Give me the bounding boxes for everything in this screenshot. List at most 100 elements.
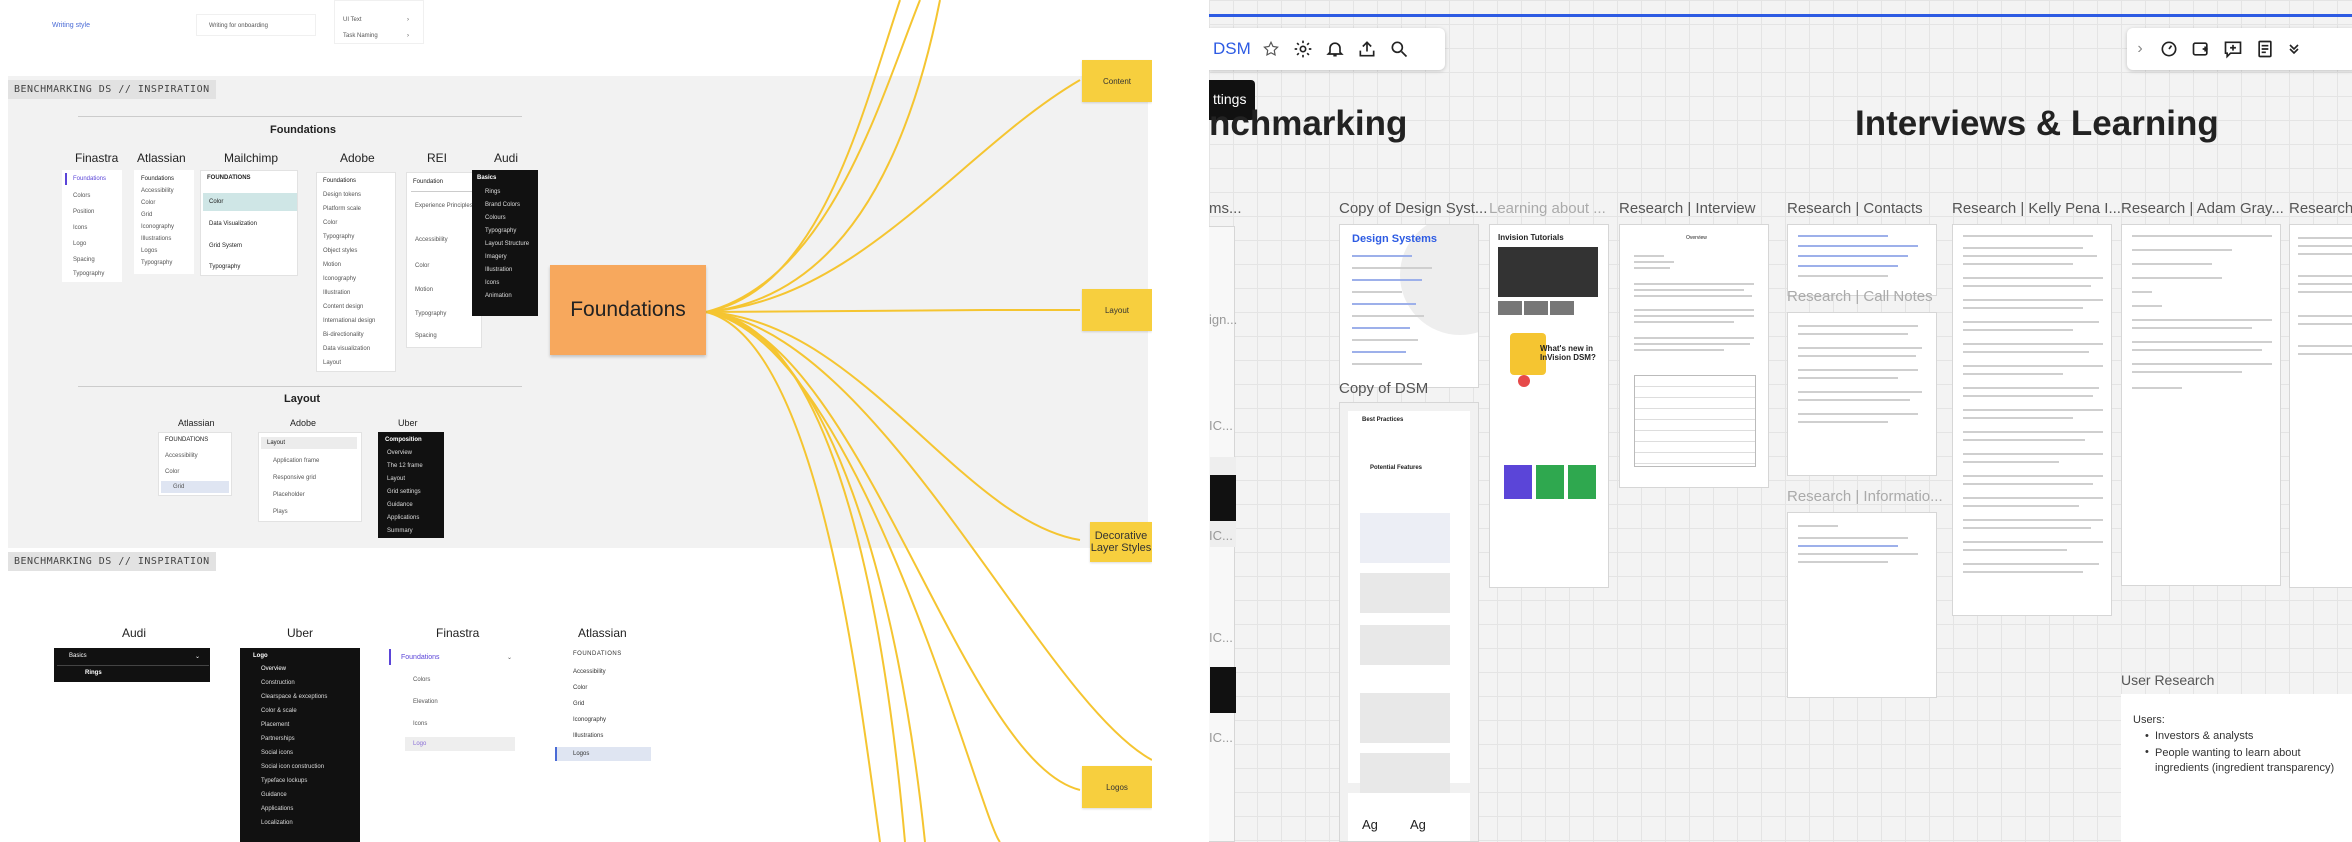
frame-doc-call-notes[interactable] — [1787, 312, 1937, 476]
decorative-layer-styles-sticky[interactable]: Decorative Layer Styles — [1090, 522, 1152, 562]
frame-doc-user-research[interactable]: Users: • Investors & analysts • People w… — [2121, 694, 2352, 842]
doc-card — [1536, 465, 1564, 499]
frame-doc-design-systems[interactable]: Design Systems — [1339, 224, 1479, 388]
star-icon[interactable] — [1255, 33, 1287, 65]
frame-title[interactable]: Research | Interview — [1619, 200, 1755, 217]
doc-line — [1352, 327, 1410, 329]
doc-line — [1798, 553, 1918, 555]
frame-title-user-research[interactable]: User Research — [2121, 672, 2214, 688]
doc-line — [1963, 497, 2103, 499]
doc-line — [2298, 291, 2352, 293]
doc-line — [1963, 351, 2089, 353]
board-title[interactable]: DSM — [1213, 39, 1251, 59]
doc-line — [1963, 395, 2093, 397]
doc-line — [1352, 363, 1422, 365]
user-research-heading: Users: — [2133, 714, 2165, 726]
doc-line — [1352, 255, 1412, 257]
doc-line — [1963, 373, 2063, 375]
frame-doc-research[interactable] — [2289, 224, 2352, 588]
doc-line — [1352, 267, 1432, 269]
frame-title[interactable]: Research | Contacts — [1787, 200, 1923, 217]
chevrons-down-icon[interactable] — [2281, 33, 2307, 65]
frame-title[interactable]: Research | Call Notes — [1787, 288, 1933, 305]
doc-line — [1634, 283, 1754, 285]
doc-line — [2132, 349, 2262, 351]
doc-line — [1963, 453, 2103, 455]
doc-line — [2298, 237, 2352, 239]
doc-line — [1798, 421, 1888, 423]
doc-line — [2132, 319, 2272, 321]
frame-title[interactable]: Copy of DSM — [1339, 380, 1428, 397]
doc-line — [2132, 371, 2242, 373]
foundations-sticky[interactable]: Foundations — [550, 265, 706, 355]
frame-title[interactable]: Research — [2289, 200, 2352, 217]
frame-title: IC... — [1209, 730, 1233, 745]
doc-line — [1963, 307, 2083, 309]
doc-line — [1634, 349, 1724, 351]
doc-line — [1352, 351, 1406, 353]
frame-doc-dsm[interactable]: Best Practices Potential Features Ag Ag — [1339, 402, 1479, 842]
toolbar-left: DSM — [1209, 28, 1445, 70]
doc-block — [1360, 693, 1450, 743]
doc-thumb — [1524, 301, 1548, 315]
doc-line — [1798, 537, 1908, 539]
doc-line — [1634, 315, 1754, 317]
doc-line — [1798, 399, 1910, 401]
left-board-canvas[interactable]: Writing style Writing for onboarding UI … — [0, 0, 1152, 842]
doc-line — [1798, 255, 1908, 257]
frame-title[interactable]: Research | Informatio... — [1787, 488, 1943, 505]
doc-line — [1352, 303, 1416, 305]
frame-doc-interview[interactable]: Overview — [1619, 224, 1769, 488]
doc-ag-sample: Ag — [1362, 817, 1378, 832]
doc-block — [1360, 625, 1450, 665]
doc-line — [1963, 255, 2097, 257]
doc-line — [1634, 309, 1754, 311]
frame-doc-kelly[interactable] — [1952, 224, 2112, 616]
settings-icon[interactable] — [1287, 33, 1319, 65]
doc-dot — [1518, 375, 1530, 387]
doc-block — [1210, 475, 1236, 521]
logos-sticky[interactable]: Logos — [1082, 766, 1152, 808]
frame-doc-information[interactable] — [1787, 512, 1937, 698]
doc-title: Potential Features — [1370, 465, 1423, 471]
frame-title[interactable]: Learning about ... — [1489, 200, 1606, 217]
doc-line — [1634, 255, 1664, 257]
chevron-right-icon[interactable]: › — [2127, 33, 2153, 65]
frame-doc-contacts[interactable] — [1787, 224, 1937, 296]
doc-line — [2132, 235, 2272, 237]
doc-line — [2132, 341, 2272, 343]
comment-add-icon[interactable] — [2217, 33, 2249, 65]
toolbar-right: › — [2127, 28, 2352, 70]
user-research-bullet: Investors & analysts — [2155, 730, 2254, 742]
upload-icon[interactable] — [1351, 33, 1383, 65]
doc-block — [1210, 667, 1236, 713]
bell-icon[interactable] — [1319, 33, 1351, 65]
content-sticky[interactable]: Content — [1082, 60, 1152, 102]
frame-title: ign... — [1209, 312, 1238, 327]
timer-icon[interactable] — [2153, 33, 2185, 65]
frame-doc-learning[interactable]: Invision Tutorials What's new in InVisio… — [1489, 224, 1609, 588]
doc-line — [2298, 315, 2352, 317]
frame-doc-adam[interactable] — [2121, 224, 2281, 586]
frame-title[interactable]: Research | Adam Gray... — [2121, 200, 2284, 217]
frame-title[interactable]: Research | Kelly Pena I... — [1952, 200, 2121, 217]
frame-add-icon[interactable] — [2185, 33, 2217, 65]
doc-card — [1504, 465, 1532, 499]
doc-ag-sample: Ag — [1410, 817, 1426, 832]
doc-line — [2132, 249, 2232, 251]
heading-interviews-learning: Interviews & Learning — [1855, 104, 2219, 143]
layout-sticky[interactable]: Layout — [1082, 289, 1152, 331]
top-accent-bar — [1209, 14, 2352, 17]
doc-line — [1352, 279, 1422, 281]
doc-card — [1568, 465, 1596, 499]
doc-line — [1963, 365, 2103, 367]
search-icon[interactable] — [1383, 33, 1415, 65]
doc-table — [1634, 375, 1756, 467]
right-board-canvas[interactable]: DSM ttings › nchmarking Interviews & Lea… — [1209, 0, 2352, 842]
doc-thumb — [1550, 301, 1574, 315]
frame-title[interactable]: ms... — [1209, 200, 1242, 217]
doc-line — [1798, 245, 1918, 247]
notes-icon[interactable] — [2249, 33, 2281, 65]
frame-title[interactable]: Copy of Design Syst... — [1339, 200, 1487, 217]
doc-line — [1963, 387, 2099, 389]
